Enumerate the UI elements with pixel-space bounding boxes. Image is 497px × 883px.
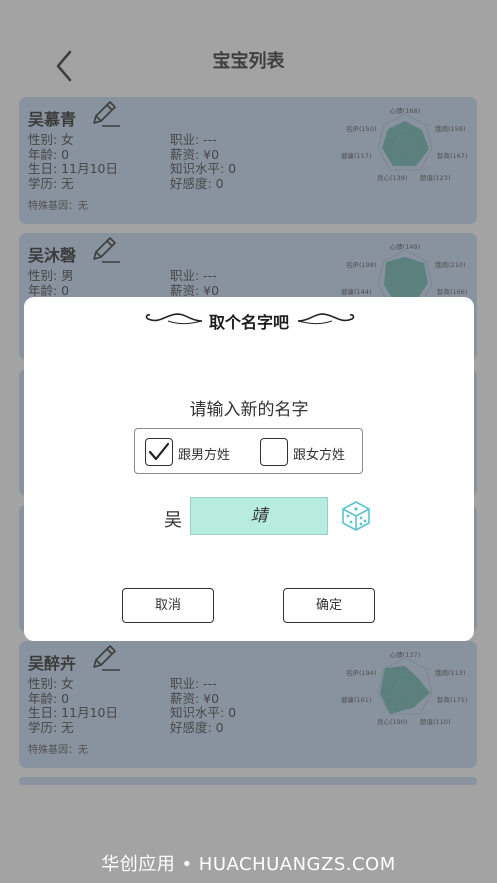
dialog-title: 取个名字吧 (208, 313, 289, 332)
right-flourish-icon (297, 313, 355, 325)
given-name-input[interactable]: 靖 (190, 497, 328, 535)
name-dialog: 取个名字吧 请输入新的名字 跟男方姓 跟女方姓 吴 靖 取消 确定 (24, 297, 474, 641)
name-prompt: 请输入新的名字 (189, 400, 309, 420)
watermark-text: 华创应用 • HUACHUANGZS.COM (101, 854, 396, 875)
cancel-button[interactable]: 取消 (122, 588, 214, 623)
dice-icon (342, 501, 370, 531)
surname-text: 吴 (164, 510, 182, 531)
surname-choice-group: 跟男方姓 跟女方姓 (134, 428, 363, 474)
follow-mother-label[interactable]: 跟女方姓 (293, 444, 345, 463)
follow-father-label[interactable]: 跟男方姓 (178, 444, 230, 463)
checkmark-icon (148, 442, 170, 461)
random-name-button[interactable] (340, 500, 372, 532)
follow-mother-checkbox[interactable] (260, 438, 288, 466)
follow-father-checkbox[interactable] (145, 438, 173, 466)
confirm-button[interactable]: 确定 (283, 588, 375, 623)
